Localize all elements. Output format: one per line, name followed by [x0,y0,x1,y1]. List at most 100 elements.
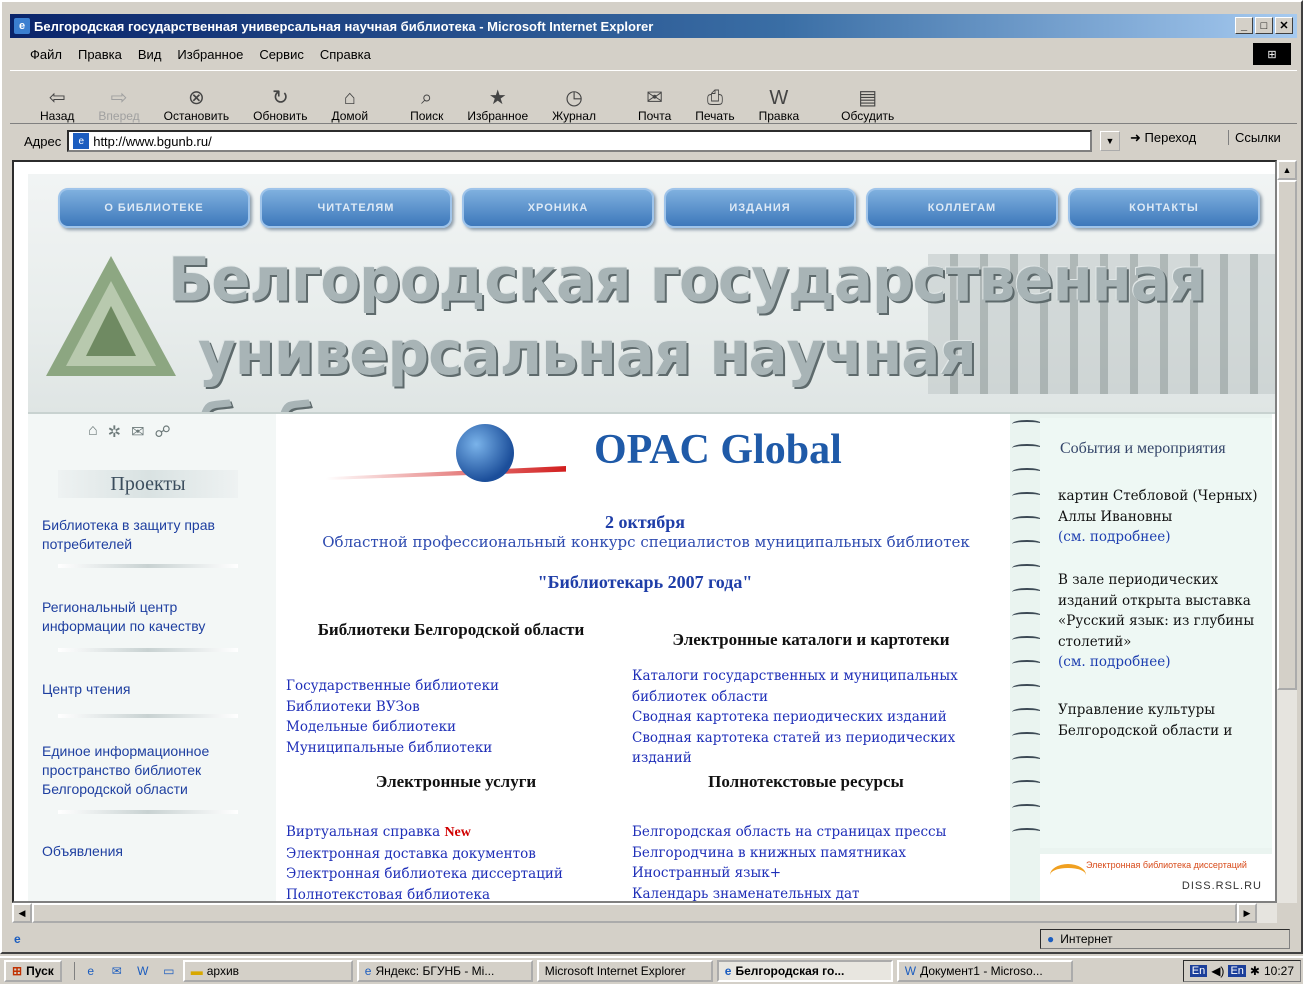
banner-title: Белгородская государственная универсальн… [168,243,1275,412]
forward-button[interactable]: ⇨ Вперед [98,73,139,123]
link-articles-index[interactable]: Сводная картотека статей из периодически… [632,728,992,769]
link-document-delivery[interactable]: Электронная доставка документов [286,844,563,865]
hscroll-thumb[interactable] [32,903,1237,923]
maximize-button[interactable]: □ [1255,17,1273,34]
horizontal-scrollbar[interactable]: ◀ ▶ [12,903,1277,923]
spiral-binding [1010,414,1044,844]
menu-help[interactable]: Справка [320,47,371,62]
links-button[interactable]: Ссылки [1228,130,1281,145]
menu-view[interactable]: Вид [138,47,162,62]
title-bar[interactable]: e Белгородская государственная универсал… [10,14,1297,38]
sitemap-icon[interactable]: ☍ [154,422,170,442]
menu-file[interactable]: Файл [30,47,62,62]
ie-icon: e [724,964,732,978]
start-button[interactable]: ⊞ Пуск [4,960,62,982]
address-input[interactable]: e http://www.bgunb.ru/ [67,130,1093,152]
language-indicator[interactable]: En [1189,965,1208,977]
link-state-libraries[interactable]: Государственные библиотеки [286,676,499,697]
link-catalogs-libraries[interactable]: Каталоги государственных и муниципальных… [632,666,992,707]
event-1-more-link[interactable]: (см. подробнее) [1058,529,1171,545]
link-periodicals-index[interactable]: Сводная картотека периодических изданий [632,707,992,728]
divider [58,648,238,652]
map-icon[interactable]: ✲ [108,422,121,442]
home-icon[interactable]: ⌂ [88,422,98,442]
link-foreign-language[interactable]: Иностранный язык+ [632,863,946,884]
link-municipal-libraries[interactable]: Муниципальные библиотеки [286,738,499,759]
link-dissertations[interactable]: Электронная библиотека диссертаций [286,864,563,885]
scroll-thumb[interactable] [1277,180,1297,690]
arc-logo-icon [1050,864,1086,886]
volume-icon[interactable]: ◀) [1211,964,1224,978]
nav-about[interactable]: О БИБЛИОТЕКЕ [58,188,250,228]
project-quality-center[interactable]: Региональный центр информации по качеств… [42,598,262,636]
project-reading-center[interactable]: Центр чтения [42,680,262,699]
print-icon: ⎙ [706,87,723,109]
task-word[interactable]: W Документ1 - Microso... [896,960,1073,982]
link-calendar-dates[interactable]: Календарь знаменательных дат [632,884,946,902]
event-item-3: Управление культуры Белгородской области… [1058,702,1233,739]
history-button[interactable]: ◷ Журнал [552,73,596,123]
go-arrow-icon: ➜ [1130,130,1141,145]
print-button[interactable]: ⎙ Печать [695,73,734,123]
desktop-launch-icon[interactable]: ▭ [159,962,179,980]
diss-banner-caption: Электронная библиотека диссертаций [1086,860,1247,870]
site-nav: О БИБЛИОТЕКЕ ЧИТАТЕЛЯМ ХРОНИКА ИЗДАНИЯ К… [58,188,1260,228]
event-2-more-link[interactable]: (см. подробнее) [1058,654,1171,670]
nav-readers[interactable]: ЧИТАТЕЛЯМ [260,188,452,228]
tray-app-icon[interactable]: ✱ [1250,964,1260,978]
link-model-libraries[interactable]: Модельные библиотеки [286,717,499,738]
stop-button[interactable]: ⊗ Остановить [164,73,230,123]
globe-icon: ● [1047,932,1055,946]
minimize-button[interactable]: _ [1235,17,1253,34]
project-info-space[interactable]: Единое информационное пространство библи… [42,742,262,799]
nav-contacts[interactable]: КОНТАКТЫ [1068,188,1260,228]
catalogs-links: Каталоги государственных и муниципальных… [632,666,992,769]
project-consumer-rights[interactable]: Библиотека в защиту прав потребителей [42,516,262,554]
search-button[interactable]: ⌕ Поиск [410,73,443,123]
mail-icon[interactable]: ✉ [131,422,144,442]
menu-edit[interactable]: Правка [78,47,122,62]
link-fulltext-library[interactable]: Полнотекстовая библиотека [286,885,563,902]
link-university-libraries[interactable]: Библиотеки ВУЗов [286,697,499,718]
scroll-up-icon[interactable]: ▲ [1277,160,1297,180]
menu-tools[interactable]: Сервис [259,47,304,62]
edit-button[interactable]: W Правка [759,73,800,123]
address-dropdown-icon[interactable]: ▼ [1100,131,1120,151]
task-yandex[interactable]: e Яндекс: БГУНБ - Mi... [356,960,533,982]
link-book-monuments[interactable]: Белгородчина в книжных памятниках [632,843,946,864]
outlook-launch-icon[interactable]: ✉ [107,962,127,980]
history-icon: ◷ [565,87,583,109]
discuss-button[interactable]: ▤ Обсудить [841,73,894,123]
scroll-left-icon[interactable]: ◀ [12,903,32,923]
diss-rsl-banner[interactable]: Электронная библиотека диссертаций DISS.… [1040,854,1272,901]
status-bar: e ● Интернет [10,928,1297,950]
refresh-button[interactable]: ↻ Обновить [253,73,307,123]
home-button[interactable]: ⌂ Домой [332,73,369,123]
nav-chronicle[interactable]: ХРОНИКА [462,188,654,228]
task-archive[interactable]: ▬ архив [182,960,353,982]
favorites-button[interactable]: ★ Избранное [467,73,528,123]
link-press[interactable]: Белгородская область на страницах прессы [632,822,946,843]
back-button[interactable]: ⇦ Назад [40,73,74,123]
ie-launch-icon[interactable]: e [81,962,101,980]
vertical-scrollbar[interactable]: ▲ [1277,160,1297,903]
edit-icon: W [769,87,789,109]
word-launch-icon[interactable]: W [133,962,153,980]
project-announcements[interactable]: Объявления [42,842,262,861]
keyboard-indicator[interactable]: En [1228,965,1246,977]
section-libraries-title: Библиотеки Белгородской области [317,620,585,639]
task-library[interactable]: e Белгородская го... [716,960,893,982]
go-button[interactable]: ➜ Переход [1130,130,1196,146]
library-logo-icon [46,256,176,376]
link-virtual-reference[interactable]: Виртуальная справка New [286,822,563,844]
menu-favorites[interactable]: Избранное [177,47,243,62]
close-button[interactable]: ✕ [1275,17,1293,34]
quick-icons: ⌂ ✲ ✉ ☍ [88,422,171,442]
news-headline[interactable]: Областной профессиональный конкурс специ… [316,532,976,552]
scroll-right-icon[interactable]: ▶ [1237,903,1257,923]
task-ie[interactable]: Microsoft Internet Explorer [536,960,713,982]
nav-publications[interactable]: ИЗДАНИЯ [664,188,856,228]
opac-global-logo[interactable]: OPAC Global [326,418,866,486]
nav-colleagues[interactable]: КОЛЛЕГАМ [866,188,1058,228]
mail-button[interactable]: ✉ Почта [638,73,671,123]
